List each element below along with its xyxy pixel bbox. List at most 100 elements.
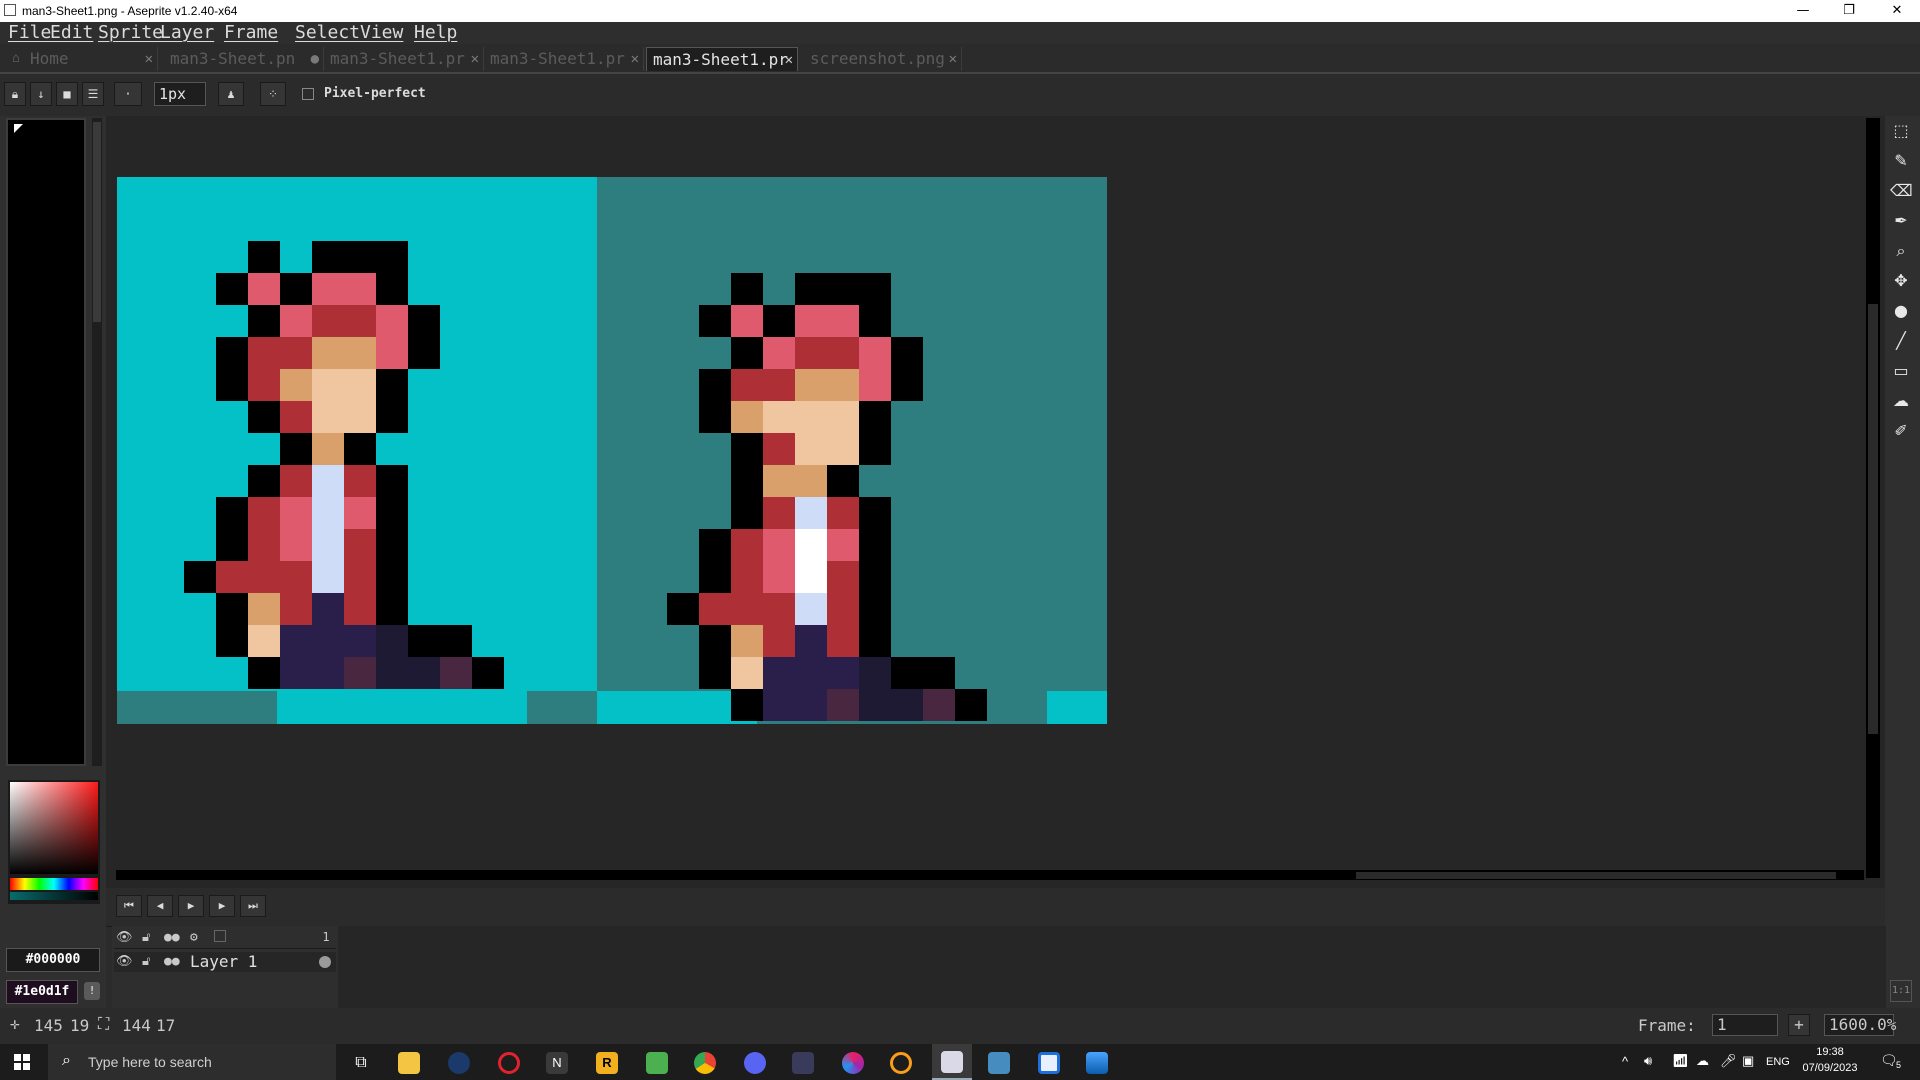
- network-icon[interactable]: 📶︎: [1672, 1053, 1689, 1069]
- warning-icon[interactable]: !: [84, 982, 100, 1000]
- color-saturation-field[interactable]: [10, 782, 98, 874]
- rectangle-icon[interactable]: ▭: [1890, 360, 1912, 382]
- volume-icon[interactable]: 🔊︎: [1644, 1053, 1652, 1069]
- app-icon[interactable]: [842, 1052, 864, 1074]
- line-icon[interactable]: ╱: [1890, 330, 1912, 352]
- continuous-icon[interactable]: ●●: [164, 930, 180, 945]
- lock-icon[interactable]: 🔒︎: [4, 82, 26, 106]
- photos-icon[interactable]: [1086, 1052, 1108, 1074]
- tab-screenshot[interactable]: screenshot.png ✕: [804, 47, 962, 71]
- layer-name[interactable]: Layer 1: [190, 952, 257, 971]
- restore-button[interactable]: ❐: [1826, 0, 1872, 22]
- zoom-icon[interactable]: ⌕: [1890, 240, 1912, 262]
- last-frame-icon[interactable]: ⏭: [240, 895, 266, 917]
- brush-size-input[interactable]: 1px: [154, 82, 206, 106]
- brush-type-icon[interactable]: ·: [114, 82, 142, 106]
- minimize-button[interactable]: —: [1780, 0, 1826, 22]
- canvas-vscroll[interactable]: [1866, 118, 1880, 878]
- play-icon[interactable]: ▶: [178, 895, 204, 917]
- close-button[interactable]: ✕: [1874, 0, 1920, 22]
- menu-edit[interactable]: Edit: [50, 22, 93, 44]
- modified-dot-icon[interactable]: ●: [311, 47, 319, 71]
- text-icon[interactable]: ✐: [1890, 420, 1912, 442]
- palette-scrollbar[interactable]: [92, 118, 102, 766]
- close-icon[interactable]: ✕: [785, 48, 793, 71]
- overwatch-icon[interactable]: [890, 1052, 912, 1074]
- padlock-icon[interactable]: 🔓︎: [142, 930, 150, 945]
- clock-date[interactable]: 07/09/2023: [1800, 1062, 1860, 1074]
- opera-icon[interactable]: [498, 1052, 520, 1074]
- task-view-icon[interactable]: ⧉: [350, 1052, 372, 1074]
- dither-icon[interactable]: ⁘: [260, 82, 286, 106]
- eraser-icon[interactable]: ⌫: [1890, 180, 1913, 202]
- frames-area[interactable]: [338, 926, 1886, 1008]
- menu-icon[interactable]: ☰: [82, 82, 104, 106]
- tab-man3-sheet1-active[interactable]: man3-Sheet1.pr ✕: [646, 47, 798, 71]
- search-box[interactable]: ⌕ Type here to search: [48, 1044, 336, 1080]
- move-icon[interactable]: ✥: [1890, 270, 1912, 292]
- frame-input[interactable]: 1: [1712, 1014, 1778, 1036]
- fill-icon[interactable]: ●: [1890, 300, 1912, 322]
- menu-help[interactable]: Help: [414, 22, 457, 44]
- marquee-icon[interactable]: ⬚: [1890, 120, 1912, 142]
- eyedropper-icon[interactable]: ✒: [1890, 210, 1912, 232]
- layer-settings-icon[interactable]: ⚙: [190, 930, 198, 945]
- color-picker[interactable]: [8, 780, 100, 904]
- timeline-toggle-icon[interactable]: 1:1: [1890, 980, 1912, 1002]
- godot-icon[interactable]: [988, 1052, 1010, 1074]
- first-frame-icon[interactable]: ⏮: [116, 895, 142, 917]
- file-explorer-icon[interactable]: [398, 1052, 420, 1074]
- frame-header[interactable]: 1: [316, 930, 336, 948]
- menu-frame[interactable]: Frame: [224, 22, 278, 44]
- microphone-icon[interactable]: 🎤︎: [1720, 1053, 1737, 1069]
- zoom-input[interactable]: 1600.0%: [1824, 1014, 1896, 1036]
- steam-icon[interactable]: [448, 1052, 470, 1074]
- down-arrow-icon[interactable]: ↓: [30, 82, 52, 106]
- notion-icon[interactable]: N: [546, 1052, 568, 1074]
- display-icon[interactable]: ▣: [1742, 1053, 1754, 1069]
- layer-row[interactable]: 👁︎ 🔓︎ ●● Layer 1: [114, 952, 336, 972]
- pencil-icon[interactable]: ✎: [1890, 150, 1912, 172]
- padlock-icon[interactable]: 🔓︎: [142, 954, 150, 969]
- sprite-canvas[interactable]: [117, 177, 1107, 724]
- add-frame-icon[interactable]: +: [1788, 1014, 1810, 1036]
- aseprite-taskbar-button[interactable]: [932, 1044, 972, 1080]
- next-frame-icon[interactable]: ▶: [209, 895, 235, 917]
- alpha-slider[interactable]: [10, 892, 98, 900]
- close-icon[interactable]: ✕: [145, 47, 153, 71]
- pixel-perfect-checkbox[interactable]: [302, 88, 314, 100]
- close-icon[interactable]: ✕: [471, 47, 479, 71]
- square-brush-icon[interactable]: ■: [56, 82, 78, 106]
- close-icon[interactable]: ✕: [631, 47, 639, 71]
- onedrive-icon[interactable]: ☁: [1696, 1053, 1709, 1069]
- menu-sprite[interactable]: Sprite: [98, 22, 163, 44]
- close-icon[interactable]: ✕: [949, 47, 957, 71]
- eye-icon[interactable]: 👁︎: [116, 954, 133, 969]
- menu-view[interactable]: View: [360, 22, 403, 44]
- canvas-hscroll[interactable]: [116, 870, 1864, 880]
- menu-select[interactable]: Select: [295, 22, 360, 44]
- minecraft-icon[interactable]: [646, 1052, 668, 1074]
- hue-slider[interactable]: [10, 878, 98, 890]
- eye-icon[interactable]: 👁︎: [116, 930, 133, 945]
- davinci-icon[interactable]: [792, 1052, 814, 1074]
- tab-man3-sheet1-b[interactable]: man3-Sheet1.pr ✕: [484, 47, 644, 71]
- cel-dot[interactable]: [319, 956, 331, 968]
- continuous-icon[interactable]: ●●: [164, 954, 180, 969]
- discord-icon[interactable]: [744, 1052, 766, 1074]
- menu-layer[interactable]: Layer: [160, 22, 214, 44]
- ink-icon[interactable]: ♟: [218, 82, 244, 106]
- language-indicator[interactable]: ENG: [1766, 1056, 1790, 1068]
- chrome-icon[interactable]: [694, 1052, 716, 1074]
- menu-file[interactable]: File: [8, 22, 51, 44]
- blur-icon[interactable]: ☁: [1890, 390, 1912, 412]
- windows-icon[interactable]: [14, 1054, 30, 1070]
- window-app-icon[interactable]: [1038, 1052, 1060, 1074]
- layer-checkbox[interactable]: [214, 930, 226, 942]
- sprite-image[interactable]: [117, 177, 1107, 724]
- clock-time[interactable]: 19:38: [1800, 1046, 1860, 1058]
- previous-frame-icon[interactable]: ◀: [147, 895, 173, 917]
- tab-man3-sheet1-a[interactable]: man3-Sheet1.pr ✕: [324, 47, 484, 71]
- tab-man3-sheet[interactable]: man3-Sheet.pn ●: [164, 47, 324, 71]
- tab-home[interactable]: ⌂ Home ✕: [6, 47, 158, 71]
